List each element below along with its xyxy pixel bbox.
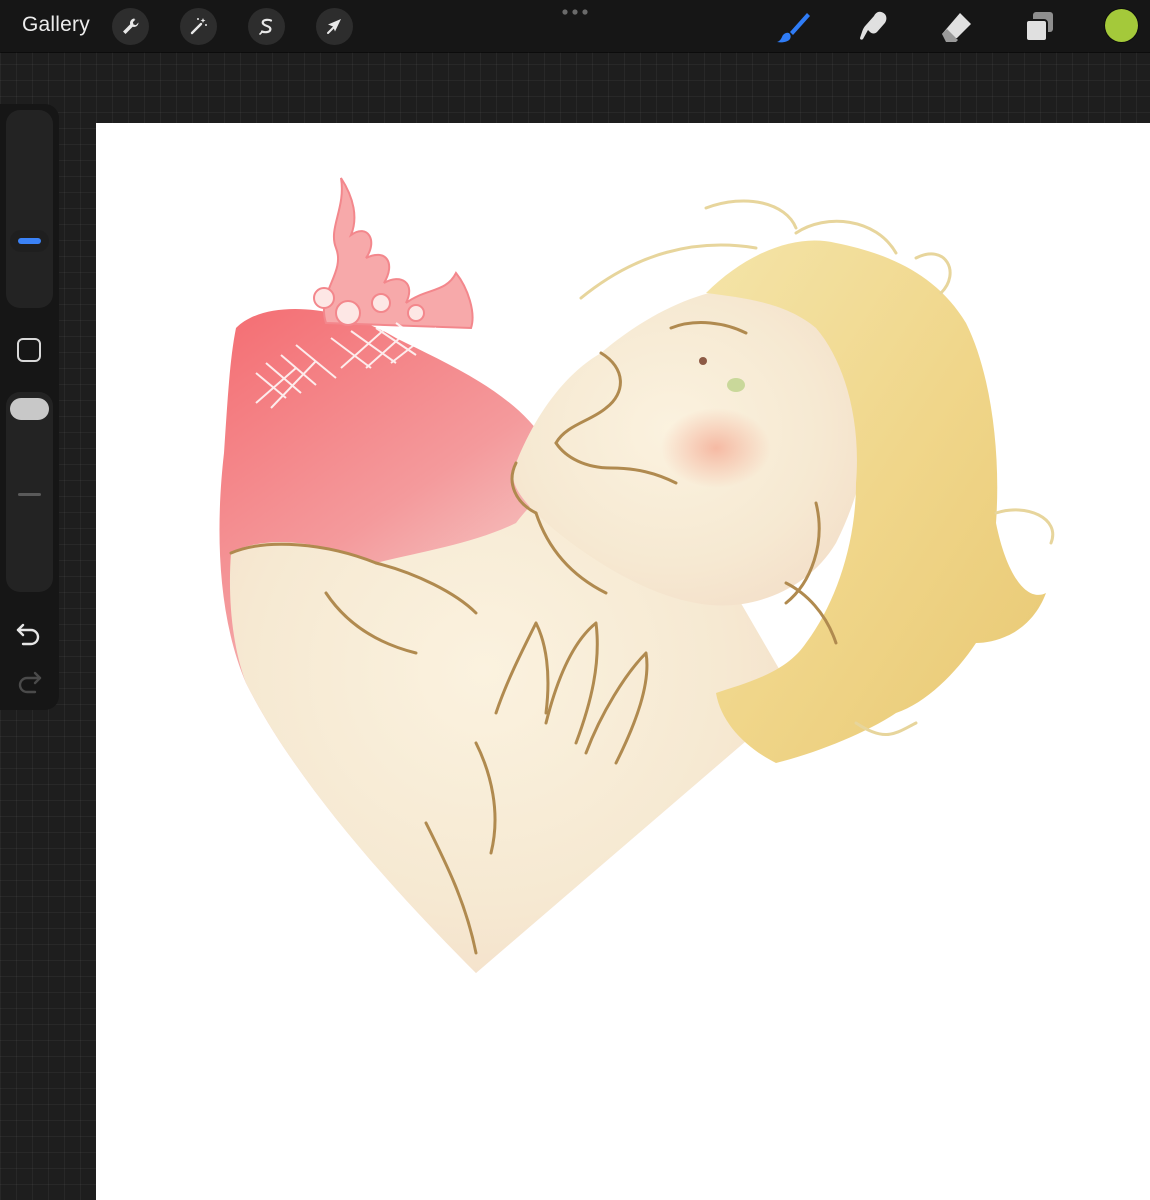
brush-icon bbox=[777, 13, 810, 43]
figure-eye bbox=[727, 378, 745, 392]
eraser-tool-button[interactable] bbox=[938, 8, 976, 46]
transform-button[interactable] bbox=[316, 8, 353, 45]
selection-s-icon bbox=[259, 18, 273, 35]
smudge-tool-button[interactable] bbox=[856, 8, 894, 46]
top-toolbar: Gallery bbox=[0, 0, 1150, 52]
figure-nostril bbox=[699, 357, 707, 365]
left-sidebar bbox=[0, 104, 59, 710]
redo-icon[interactable] bbox=[15, 668, 43, 694]
gallery-button[interactable]: Gallery bbox=[22, 13, 90, 37]
undo-icon[interactable] bbox=[15, 620, 43, 646]
arrow-cursor-icon bbox=[327, 19, 341, 34]
modify-button[interactable] bbox=[17, 338, 41, 362]
brush-size-slider[interactable] bbox=[6, 110, 53, 308]
selection-button[interactable] bbox=[248, 8, 285, 45]
actions-button[interactable] bbox=[112, 8, 149, 45]
opacity-thumb[interactable] bbox=[10, 398, 49, 420]
opacity-slider[interactable] bbox=[6, 392, 53, 592]
opacity-midpoint-mark bbox=[18, 493, 41, 496]
brush-size-thumb[interactable] bbox=[10, 230, 49, 252]
layers-icon bbox=[1025, 12, 1053, 42]
brush-tool-button[interactable] bbox=[774, 8, 812, 46]
magic-wand-icon bbox=[190, 18, 207, 35]
wrench-icon bbox=[123, 18, 139, 34]
eraser-icon bbox=[942, 13, 971, 42]
smudge-icon bbox=[860, 11, 887, 40]
drawing-canvas[interactable] bbox=[96, 123, 1150, 1200]
heart-illustration bbox=[219, 177, 1055, 973]
toolbar-handle-dots[interactable] bbox=[561, 8, 589, 16]
face-blush bbox=[661, 408, 771, 488]
adjustments-button[interactable] bbox=[180, 8, 217, 45]
layers-button[interactable] bbox=[1020, 8, 1058, 46]
procreate-app: Gallery bbox=[0, 0, 1150, 1200]
flame-flourish bbox=[313, 177, 474, 330]
color-picker-button[interactable] bbox=[1105, 9, 1138, 42]
brush-size-indicator bbox=[18, 238, 41, 244]
